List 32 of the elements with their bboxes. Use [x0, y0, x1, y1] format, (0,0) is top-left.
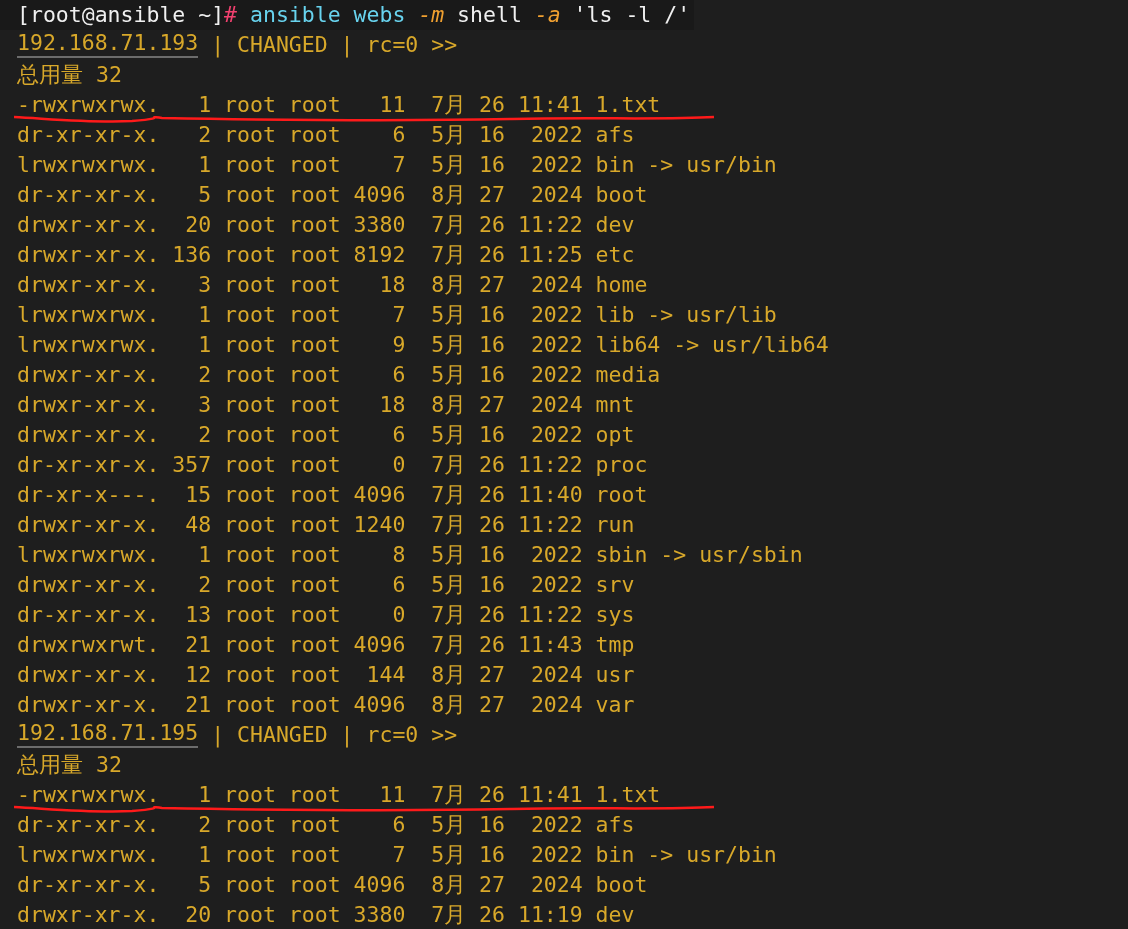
output-line: 总用量 32	[17, 751, 122, 779]
output-line: drwxrwxrwt. 21 root root 4096 7月 26 11:43 tmp	[17, 631, 635, 659]
output-line: dr-xr-xr-x. 357 root root 0 7月 26 11:22 proc	[17, 451, 648, 479]
output-line: drwxr-xr-x. 12 root root 144 8月 27 2024 usr	[17, 661, 635, 689]
output-line: lrwxrwxrwx. 1 root root 9 5月 16 2022 lib64 -> usr/lib64	[17, 331, 829, 359]
output-line: drwxr-xr-x. 136 root root 8192 7月 26 11:25 etc	[17, 241, 635, 269]
output-line: dr-xr-xr-x. 5 root root 4096 8月 27 2024 boot	[17, 181, 648, 209]
output-line: drwxr-xr-x. 20 root root 3380 7月 26 11:19 dev	[17, 901, 635, 929]
output-line: dr-xr-xr-x. 2 root root 6 5月 16 2022 afs	[17, 121, 635, 149]
host-address: 192.168.71.193	[17, 30, 199, 58]
output-line: drwxr-xr-x. 3 root root 18 8月 27 2024 home	[17, 271, 648, 299]
output-line: dr-xr-xr-x. 5 root root 4096 8月 27 2024 boot	[17, 871, 648, 899]
host-address: 192.168.71.195	[17, 720, 199, 748]
output-line: -rwxrwxrwx. 1 root root 11 7月 26 11:41 1.txt	[17, 91, 661, 119]
output-line: lrwxrwxrwx. 1 root root 7 5月 16 2022 lib -> usr/lib	[17, 301, 777, 329]
output-line: lrwxrwxrwx. 1 root root 7 5月 16 2022 bin -> usr/bin	[17, 151, 777, 179]
output-line: drwxr-xr-x. 2 root root 6 5月 16 2022 opt	[17, 421, 635, 449]
status-text: | CHANGED | rc=0 >>	[210, 31, 458, 60]
output-line: 总用量 32	[17, 61, 122, 89]
output-line: drwxr-xr-x. 21 root root 4096 8月 27 2024 var	[17, 691, 635, 719]
output-line: -rwxrwxrwx. 1 root root 11 7月 26 11:41 1.txt	[17, 781, 661, 809]
output-line: lrwxrwxrwx. 1 root root 7 5月 16 2022 bin -> usr/bin	[17, 841, 777, 869]
output-line: dr-xr-x---. 15 root root 4096 7月 26 11:40 root	[17, 481, 648, 509]
output-line: drwxr-xr-x. 20 root root 3380 7月 26 11:22 dev	[17, 211, 635, 239]
output-line: lrwxrwxrwx. 1 root root 8 5月 16 2022 sbin -> usr/sbin	[17, 541, 803, 569]
output-line: drwxr-xr-x. 3 root root 18 8月 27 2024 mnt	[17, 391, 635, 419]
output-line: dr-xr-xr-x. 2 root root 6 5月 16 2022 afs	[17, 811, 635, 839]
status-text: | CHANGED | rc=0 >>	[210, 721, 458, 750]
output-line: drwxr-xr-x. 48 root root 1240 7月 26 11:22 run	[17, 511, 635, 539]
output-line: drwxr-xr-x. 2 root root 6 5月 16 2022 media	[17, 361, 661, 389]
output-line: drwxr-xr-x. 2 root root 6 5月 16 2022 srv	[17, 571, 635, 599]
output-line: dr-xr-xr-x. 13 root root 0 7月 26 11:22 sys	[17, 601, 635, 629]
